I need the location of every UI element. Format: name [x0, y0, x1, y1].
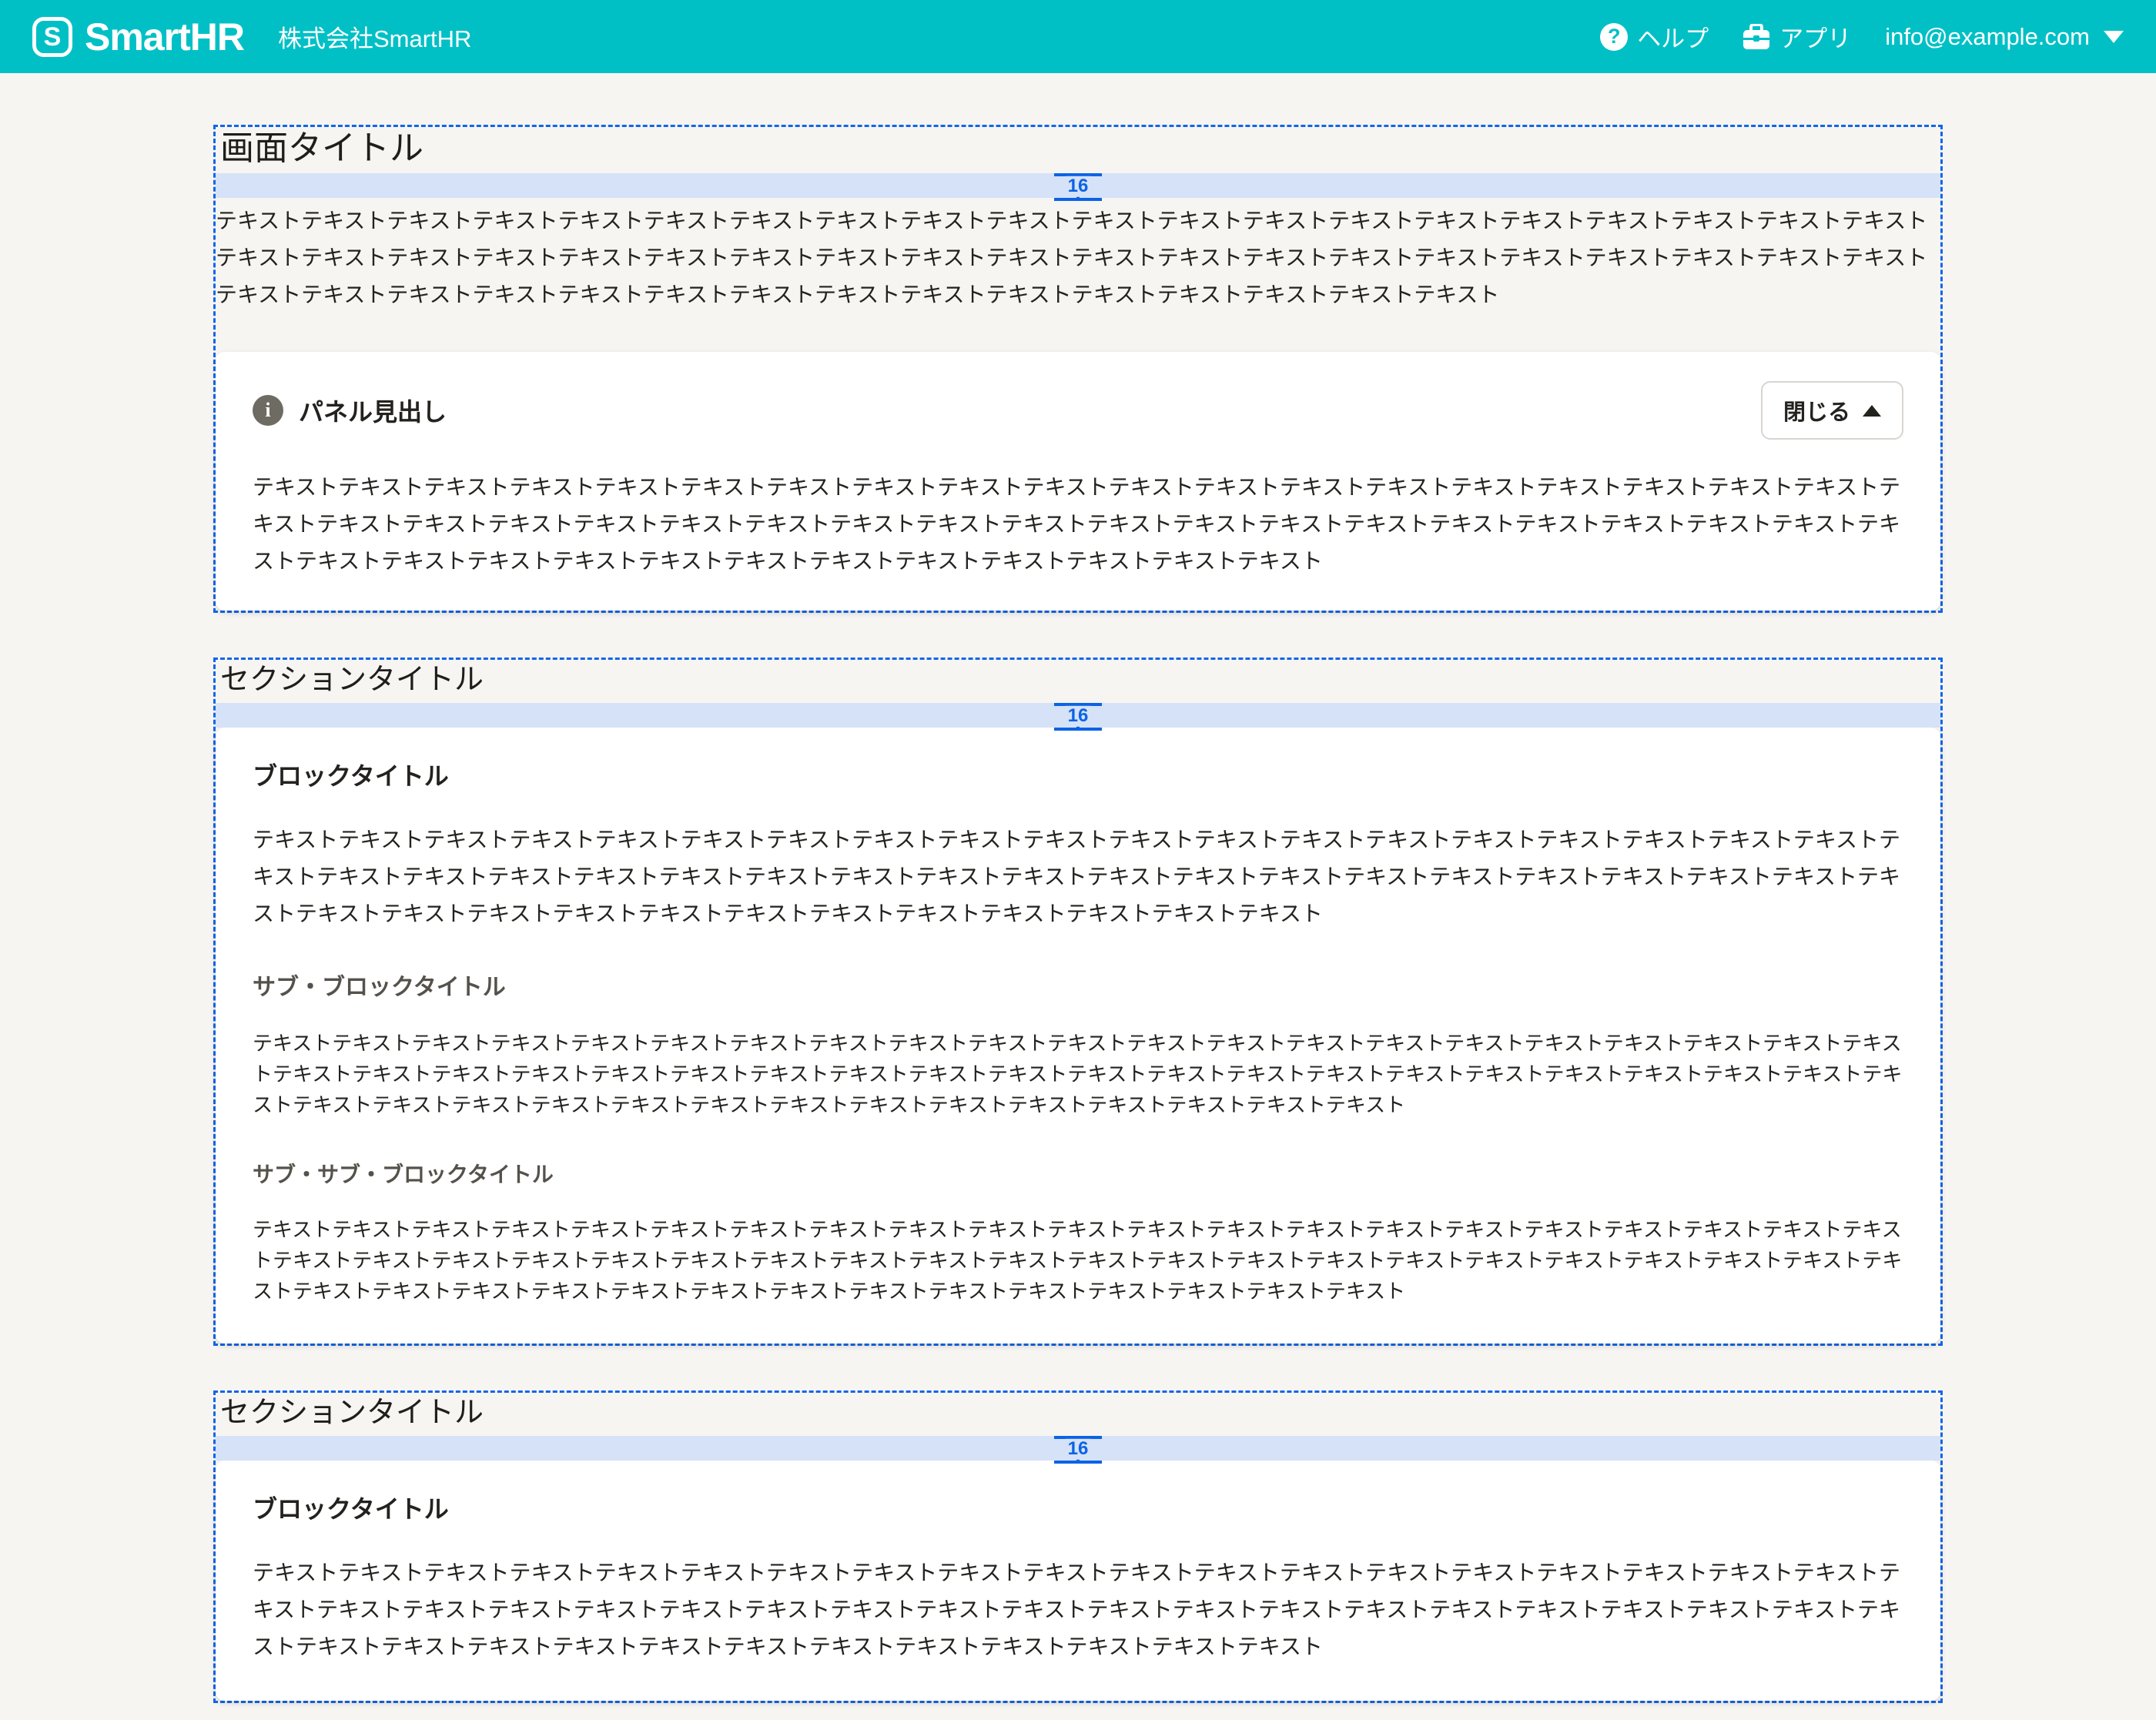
- spacing-value: 16: [1066, 706, 1091, 726]
- panel-heading: パネル見出し: [299, 393, 447, 428]
- close-panel-button[interactable]: 閉じる: [1761, 381, 1903, 440]
- panel-body-text: テキストテキストテキストテキストテキストテキストテキストテキストテキストテキスト…: [253, 469, 1903, 580]
- sub-sub-block-title: サブ・サブ・ブロックタイトル: [253, 1162, 1903, 1188]
- sub-sub-block-paragraph: テキストテキストテキストテキストテキストテキストテキストテキストテキストテキスト…: [253, 1214, 1903, 1307]
- spacing-value: 16: [1066, 176, 1091, 196]
- block-paragraph: テキストテキストテキストテキストテキストテキストテキストテキストテキストテキスト…: [253, 822, 1903, 932]
- spacing-guide-bar: 16: [216, 1436, 1940, 1461]
- apps-label: アプリ: [1779, 19, 1851, 54]
- brand-logo[interactable]: S SmartHR: [32, 15, 244, 59]
- app-header: S SmartHR 株式会社SmartHR ? ヘルプ アプリ info@exa…: [0, 0, 2156, 73]
- info-icon: i: [253, 395, 283, 426]
- briefcase-icon: [1743, 24, 1770, 50]
- block-title: ブロックタイトル: [253, 1494, 1903, 1524]
- spacing-guide-bar: 16: [216, 703, 1940, 728]
- info-panel: i パネル見出し 閉じる テキストテキストテキストテキストテキストテキストテキス…: [216, 352, 1940, 611]
- block-paragraph: テキストテキストテキストテキストテキストテキストテキストテキストテキストテキスト…: [253, 1554, 1903, 1665]
- block-title: ブロックタイトル: [253, 761, 1903, 791]
- caret-up-icon: [1863, 405, 1881, 417]
- spacing-measure-icon: 16: [1043, 1436, 1113, 1464]
- lead-paragraph: テキストテキストテキストテキストテキストテキストテキストテキストテキストテキスト…: [216, 202, 1940, 313]
- content-section-outline-2: セクションタイトル 16 ブロックタイトル テキストテキストテキストテキストテキ…: [213, 1390, 1943, 1703]
- content-section-outline: セクションタイトル 16 ブロックタイトル テキストテキストテキストテキストテキ…: [213, 658, 1943, 1346]
- spacing-guide-bar: 16: [216, 173, 1940, 198]
- header-menu: ? ヘルプ アプリ info@example.com: [1600, 19, 2124, 54]
- section-title: セクションタイトル: [220, 1396, 1940, 1430]
- spacing-value: 16: [1066, 1439, 1091, 1459]
- help-link[interactable]: ? ヘルプ: [1600, 19, 1709, 54]
- sub-block-title: サブ・ブロックタイトル: [253, 974, 1903, 1002]
- content-card: ブロックタイトル テキストテキストテキストテキストテキストテキストテキストテキス…: [216, 1461, 1940, 1701]
- screen-section-outline: 画面タイトル 16 テキストテキストテキストテキストテキストテキストテキストテキ…: [213, 125, 1943, 613]
- content-card: ブロックタイトル テキストテキストテキストテキストテキストテキストテキストテキス…: [216, 728, 1940, 1344]
- caret-down-icon: [2104, 31, 2124, 43]
- section-title: セクションタイトル: [220, 663, 1940, 697]
- spacing-measure-icon: 16: [1043, 703, 1113, 731]
- apps-link[interactable]: アプリ: [1743, 19, 1851, 54]
- account-email: info@example.com: [1885, 23, 2090, 51]
- spacing-measure-icon: 16: [1043, 173, 1113, 201]
- account-menu[interactable]: info@example.com: [1885, 23, 2124, 51]
- logo-wordmark: SmartHR: [85, 15, 244, 59]
- sub-block-paragraph: テキストテキストテキストテキストテキストテキストテキストテキストテキストテキスト…: [253, 1028, 1903, 1120]
- smarthr-logo-icon: S: [32, 17, 72, 57]
- question-circle-icon: ?: [1600, 23, 1628, 51]
- close-button-label: 閉じる: [1783, 394, 1850, 427]
- company-name: 株式会社SmartHR: [278, 19, 471, 54]
- page-title: 画面タイトル: [220, 130, 1940, 167]
- panel-header: i パネル見出し 閉じる: [253, 381, 1903, 440]
- help-label: ヘルプ: [1637, 19, 1709, 54]
- main-content: 画面タイトル 16 テキストテキストテキストテキストテキストテキストテキストテキ…: [213, 125, 1943, 1703]
